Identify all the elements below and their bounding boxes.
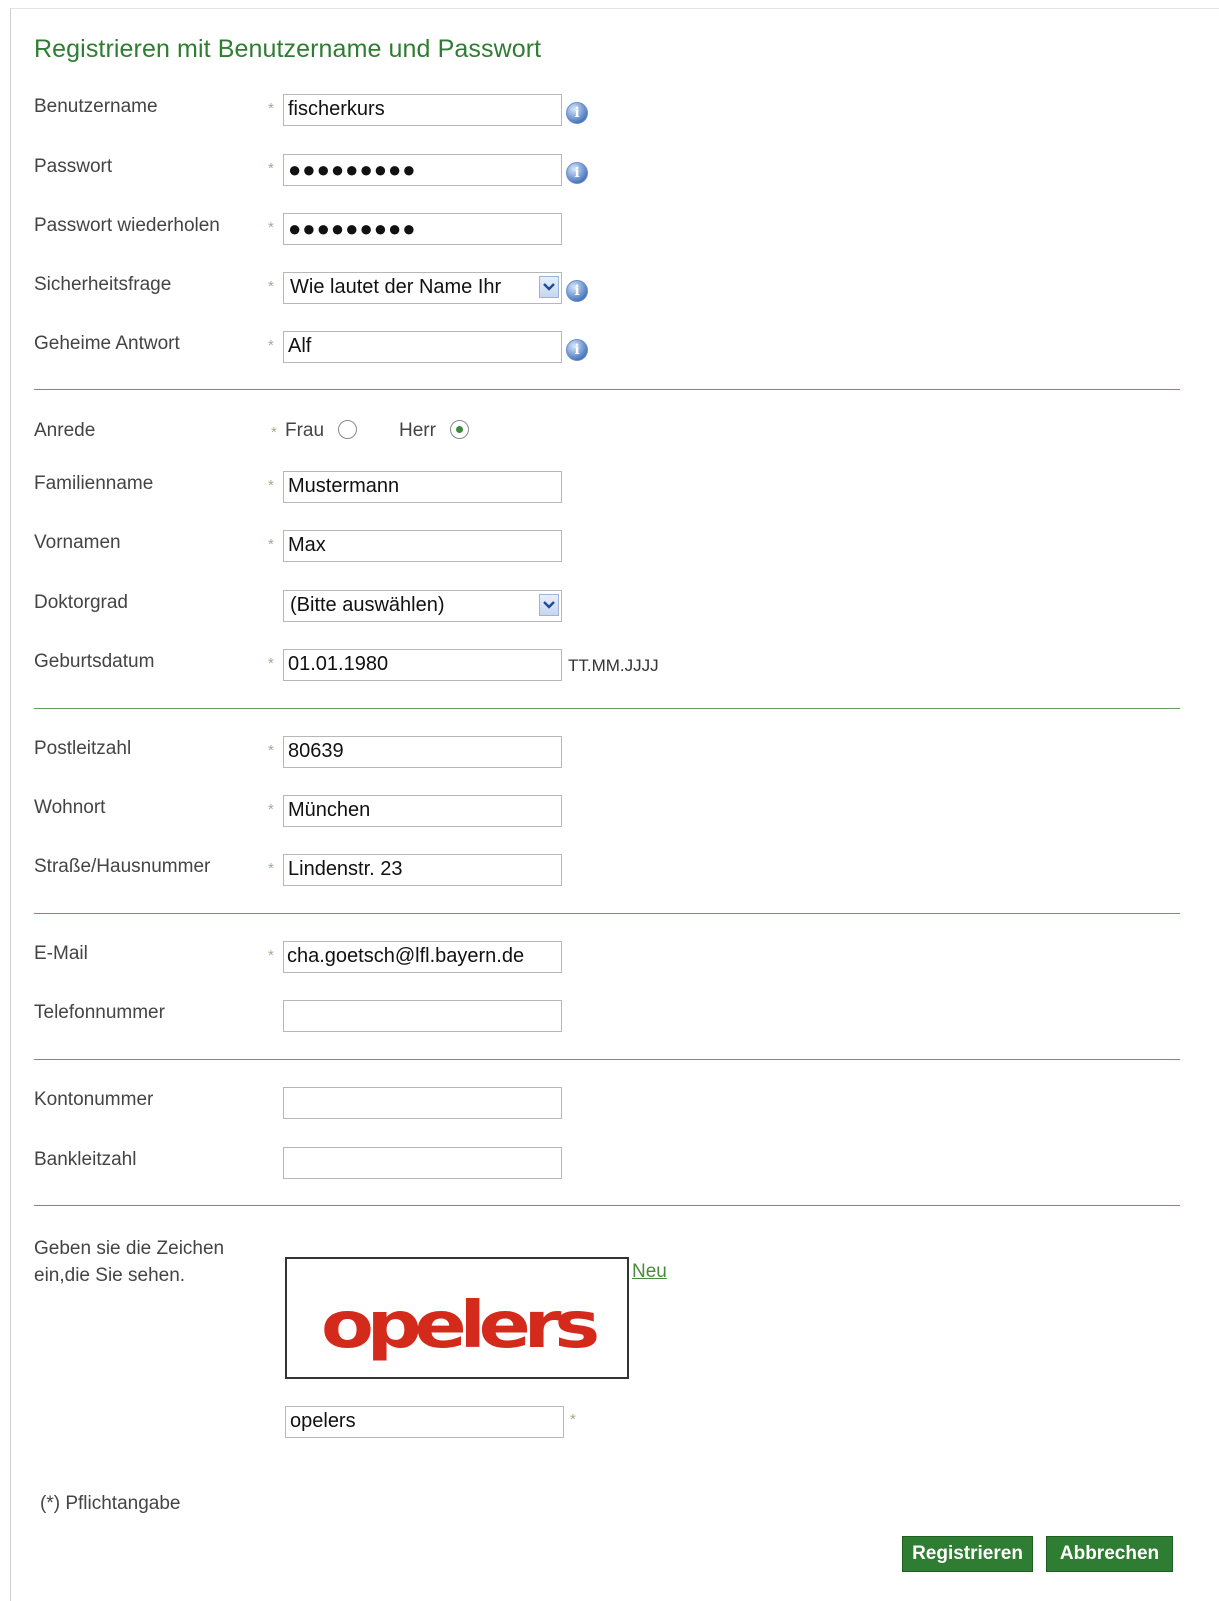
required-star: *: [268, 477, 274, 494]
required-star: *: [268, 278, 274, 295]
required-star: *: [268, 742, 274, 759]
info-icon[interactable]: i: [566, 280, 588, 302]
street-input[interactable]: Lindenstr. 23: [283, 854, 562, 886]
doctorate-label: Doktorgrad: [34, 592, 128, 613]
doctorate-value: (Bitte auswählen): [290, 594, 445, 616]
captcha-instruction: Geben sie die Zeichen ein,die Sie sehen.: [34, 1238, 225, 1286]
required-star: *: [268, 947, 274, 964]
required-star: *: [271, 424, 277, 441]
required-star: *: [570, 1411, 576, 1428]
password-repeat-input[interactable]: ●●●●●●●●●: [283, 213, 562, 245]
required-star: *: [268, 801, 274, 818]
required-note: (*) Pflichtangabe: [40, 1493, 181, 1514]
required-star: *: [268, 655, 274, 672]
section-divider: [34, 913, 1180, 914]
email-label: E-Mail: [34, 943, 88, 964]
security-question-value: Wie lautet der Name Ihr: [290, 276, 502, 298]
required-star: *: [268, 337, 274, 354]
firstname-input[interactable]: Max: [283, 530, 562, 562]
salutation-radio-frau[interactable]: [338, 420, 357, 439]
info-icon[interactable]: i: [566, 339, 588, 361]
password-label: Passwort: [34, 156, 113, 177]
chevron-down-icon[interactable]: [539, 594, 559, 616]
section-divider: [34, 708, 1180, 709]
required-star: *: [268, 219, 274, 236]
street-label: Straße/Hausnummer: [34, 856, 211, 877]
section-divider: [34, 1205, 1180, 1206]
lastname-input[interactable]: Mustermann: [283, 471, 562, 503]
birthdate-input[interactable]: 01.01.1980: [283, 649, 562, 681]
email-input[interactable]: cha.goetsch@lfl.bayern.de: [283, 941, 562, 973]
page-title: Registrieren mit Benutzername und Passwo…: [34, 35, 542, 63]
firstname-label: Vornamen: [34, 532, 121, 553]
security-question-label: Sicherheitsfrage: [34, 274, 172, 295]
lastname-label: Familienname: [34, 473, 154, 494]
city-input[interactable]: München: [283, 795, 562, 827]
captcha-image: opelers: [285, 1257, 629, 1379]
salutation-radio-herr[interactable]: [450, 420, 469, 439]
cancel-button[interactable]: Abbrechen: [1046, 1536, 1173, 1572]
salutation-option-frau-label: Frau: [285, 420, 325, 441]
username-label: Benutzername: [34, 96, 158, 117]
birthdate-format-hint: TT.MM.JJJJ: [568, 656, 659, 675]
account-number-input[interactable]: [283, 1087, 562, 1119]
doctorate-select[interactable]: (Bitte auswählen): [283, 590, 562, 622]
captcha-refresh-link[interactable]: Neu: [632, 1261, 667, 1283]
secret-answer-input[interactable]: Alf: [283, 331, 562, 363]
section-divider: [34, 1059, 1180, 1060]
password-input[interactable]: ●●●●●●●●●: [283, 154, 562, 186]
required-star: *: [268, 536, 274, 553]
security-question-select[interactable]: Wie lautet der Name Ihr: [283, 272, 562, 304]
salutation-option-herr-label: Herr: [399, 420, 436, 441]
phone-label: Telefonnummer: [34, 1002, 165, 1023]
zip-input[interactable]: 80639: [283, 736, 562, 768]
secret-answer-label: Geheime Antwort: [34, 333, 180, 354]
bankcode-label: Bankleitzahl: [34, 1149, 137, 1170]
phone-input[interactable]: [283, 1000, 562, 1032]
salutation-label: Anrede: [34, 420, 96, 441]
bankcode-input[interactable]: [283, 1147, 562, 1179]
password-repeat-label: Passwort wiederholen: [34, 215, 220, 236]
required-star: *: [268, 100, 274, 117]
required-star: *: [268, 160, 274, 177]
info-icon[interactable]: i: [566, 102, 588, 124]
info-icon[interactable]: i: [566, 162, 588, 184]
register-button[interactable]: Registrieren: [902, 1536, 1033, 1572]
zip-label: Postleitzahl: [34, 738, 132, 759]
username-input[interactable]: fischerkurs: [283, 94, 562, 126]
section-divider: [34, 389, 1180, 390]
captcha-input[interactable]: opelers: [285, 1406, 564, 1438]
captcha-text: opelers: [321, 1289, 598, 1363]
account-number-label: Kontonummer: [34, 1089, 154, 1110]
required-star: *: [268, 860, 274, 877]
birthdate-label: Geburtsdatum: [34, 651, 155, 672]
chevron-down-icon[interactable]: [539, 276, 559, 298]
captcha-image-graphic: opelers: [321, 1289, 604, 1363]
city-label: Wohnort: [34, 797, 106, 818]
